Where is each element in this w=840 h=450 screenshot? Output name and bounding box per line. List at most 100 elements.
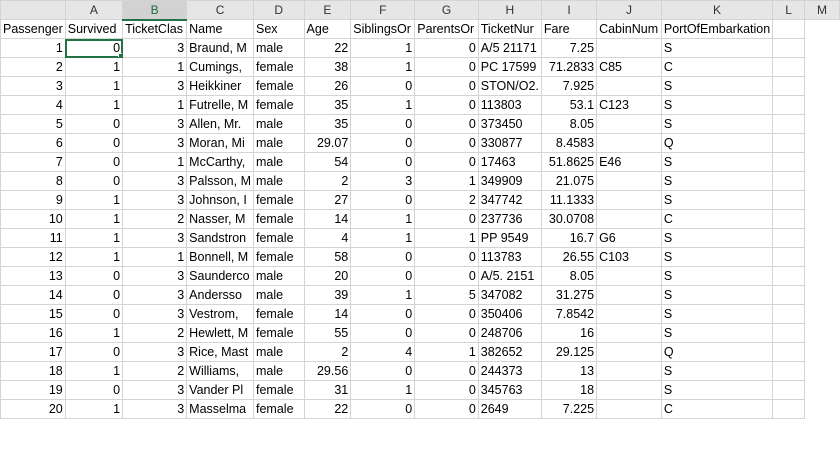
cell-l[interactable]: C	[660, 57, 774, 77]
cell-m[interactable]	[772, 399, 805, 419]
column-header-e[interactable]: E	[303, 0, 352, 20]
cell-m[interactable]	[772, 38, 805, 58]
cell-c[interactable]: 2	[122, 323, 188, 343]
cell-e[interactable]: female	[253, 247, 305, 267]
cell-b[interactable]: 1	[64, 76, 124, 96]
cell-b[interactable]: 0	[64, 38, 124, 58]
cell-k[interactable]: C123	[596, 95, 662, 115]
header-cell-a[interactable]: Passenger	[0, 19, 66, 39]
cell-e[interactable]: female	[253, 323, 305, 343]
cell-d[interactable]: Braund, M	[186, 38, 254, 58]
cell-i[interactable]: 330877	[477, 133, 542, 153]
cell-h[interactable]: 0	[414, 114, 479, 134]
cell-a[interactable]: 19	[0, 380, 66, 400]
cell-d[interactable]: Futrelle, M	[186, 95, 254, 115]
column-header-g[interactable]: G	[414, 0, 479, 20]
cell-a[interactable]: 18	[0, 361, 66, 381]
cell-e[interactable]: male	[253, 266, 305, 286]
cell-l[interactable]: S	[660, 114, 774, 134]
cell-d[interactable]: Cumings,	[186, 57, 254, 77]
cell-e[interactable]: male	[253, 133, 305, 153]
cell-j[interactable]: 8.05	[540, 114, 598, 134]
cell-i[interactable]: A/5. 2151	[477, 266, 542, 286]
column-header-j[interactable]: J	[596, 0, 662, 20]
cell-g[interactable]: 0	[350, 399, 416, 419]
cell-f[interactable]: 2	[303, 342, 352, 362]
cell-f[interactable]: 54	[303, 152, 352, 172]
cell-l[interactable]: Q	[660, 342, 774, 362]
cell-g[interactable]: 0	[350, 190, 416, 210]
cell-f[interactable]: 29.07	[303, 133, 352, 153]
cell-j[interactable]: 21.075	[540, 171, 598, 191]
cell-f[interactable]: 29.56	[303, 361, 352, 381]
cell-b[interactable]: 1	[64, 247, 124, 267]
cell-b[interactable]: 0	[64, 171, 124, 191]
cell-c[interactable]: 3	[122, 228, 188, 248]
column-header-m[interactable]: M	[803, 0, 840, 20]
cell-i[interactable]: 113783	[477, 247, 542, 267]
cell-m[interactable]	[772, 247, 805, 267]
cell-l[interactable]: S	[660, 152, 774, 172]
cell-l[interactable]: S	[660, 38, 774, 58]
cell-d[interactable]: Moran, Mi	[186, 133, 254, 153]
cell-l[interactable]: C	[660, 399, 774, 419]
cell-k[interactable]	[596, 342, 662, 362]
cell-e[interactable]: female	[253, 76, 305, 96]
cell-m[interactable]	[772, 304, 805, 324]
header-cell-d[interactable]: Name	[186, 19, 254, 39]
cell-d[interactable]: Masselma	[186, 399, 254, 419]
cell-a[interactable]: 5	[0, 114, 66, 134]
cell-h[interactable]: 0	[414, 380, 479, 400]
cell-c[interactable]: 1	[122, 95, 188, 115]
cell-l[interactable]: S	[660, 380, 774, 400]
cell-e[interactable]: male	[253, 361, 305, 381]
cell-b[interactable]: 0	[64, 285, 124, 305]
cell-k[interactable]	[596, 133, 662, 153]
cell-b[interactable]: 0	[64, 152, 124, 172]
cell-m[interactable]	[772, 361, 805, 381]
cell-m[interactable]	[772, 171, 805, 191]
cell-d[interactable]: Nasser, M	[186, 209, 254, 229]
cell-j[interactable]: 16	[540, 323, 598, 343]
cell-h[interactable]: 5	[414, 285, 479, 305]
cell-c[interactable]: 3	[122, 133, 188, 153]
cell-k[interactable]	[596, 190, 662, 210]
cell-f[interactable]: 14	[303, 209, 352, 229]
cell-m[interactable]	[772, 95, 805, 115]
column-header-b[interactable]: B	[122, 0, 188, 21]
cell-e[interactable]: male	[253, 171, 305, 191]
cell-i[interactable]: 349909	[477, 171, 542, 191]
cell-b[interactable]: 1	[64, 361, 124, 381]
cell-d[interactable]: Rice, Mast	[186, 342, 254, 362]
cell-a[interactable]: 8	[0, 171, 66, 191]
cell-c[interactable]: 3	[122, 399, 188, 419]
cell-a[interactable]: 14	[0, 285, 66, 305]
cell-i[interactable]: PC 17599	[477, 57, 542, 77]
cell-a[interactable]: 1	[0, 38, 66, 58]
cell-h[interactable]: 0	[414, 266, 479, 286]
cell-i[interactable]: 382652	[477, 342, 542, 362]
cell-b[interactable]: 0	[64, 266, 124, 286]
header-cell-f[interactable]: Age	[303, 19, 352, 39]
cell-l[interactable]: C	[660, 209, 774, 229]
cell-g[interactable]: 1	[350, 38, 416, 58]
cell-k[interactable]: G6	[596, 228, 662, 248]
cell-k[interactable]	[596, 285, 662, 305]
cell-j[interactable]: 7.225	[540, 399, 598, 419]
cell-c[interactable]: 3	[122, 76, 188, 96]
cell-f[interactable]: 22	[303, 399, 352, 419]
cell-c[interactable]: 1	[122, 247, 188, 267]
cell-a[interactable]: 17	[0, 342, 66, 362]
cell-m[interactable]	[772, 152, 805, 172]
cell-j[interactable]: 8.05	[540, 266, 598, 286]
cell-j[interactable]: 7.8542	[540, 304, 598, 324]
cell-i[interactable]: 345763	[477, 380, 542, 400]
cell-f[interactable]: 35	[303, 95, 352, 115]
cell-e[interactable]: female	[253, 209, 305, 229]
header-cell-h[interactable]: ParentsOr	[414, 19, 479, 39]
cell-j[interactable]: 51.8625	[540, 152, 598, 172]
cell-b[interactable]: 1	[64, 57, 124, 77]
cell-k[interactable]	[596, 399, 662, 419]
cell-d[interactable]: Saunderco	[186, 266, 254, 286]
cell-k[interactable]	[596, 304, 662, 324]
